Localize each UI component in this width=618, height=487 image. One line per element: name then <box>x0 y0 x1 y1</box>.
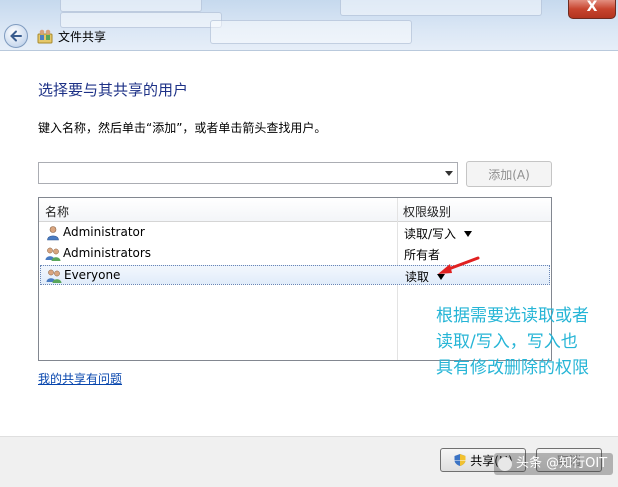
annotation-text: 根据需要选读取或者 读取/写入，写入也 具有修改删除的权限 <box>436 303 616 381</box>
column-header-permission[interactable]: 权限级别 <box>403 203 451 220</box>
annotation-arrow-icon <box>438 256 480 274</box>
instruction-text: 键入名称，然后单击“添加”，或者单击箭头查找用户。 <box>38 121 327 135</box>
annotation-line: 具有修改删除的权限 <box>436 358 589 378</box>
add-button[interactable]: 添加(A) <box>466 161 552 187</box>
user-name: Administrators <box>63 246 152 260</box>
page-heading: 选择要与其共享的用户 <box>38 81 189 99</box>
chevron-down-icon[interactable] <box>445 171 453 176</box>
watermark-logo-icon <box>498 457 512 471</box>
permission-value: 所有者 <box>404 248 441 262</box>
annotation-line: 读取/写入，写入也 <box>436 332 578 352</box>
user-name-combobox[interactable] <box>38 162 458 184</box>
help-link[interactable]: 我的共享有问题 <box>38 370 122 387</box>
permission-value: 读取 <box>405 270 430 284</box>
close-button[interactable]: X <box>568 0 616 19</box>
background-window <box>210 20 412 44</box>
watermark-text: 头条 @知行OIT <box>516 456 608 471</box>
back-button[interactable] <box>4 24 28 48</box>
list-item[interactable]: Administrator 读取/写入 <box>40 223 550 243</box>
background-window <box>340 0 542 16</box>
watermark: 头条 @知行OIT <box>494 453 614 475</box>
column-header-name[interactable]: 名称 <box>45 203 69 220</box>
list-header: 名称 权限级别 <box>39 198 551 222</box>
file-sharing-icon <box>37 29 53 44</box>
chevron-down-icon[interactable] <box>464 231 473 237</box>
user-icon <box>47 226 59 241</box>
background-window <box>60 0 202 12</box>
user-name: Administrator <box>63 225 145 239</box>
back-arrow-icon <box>10 30 22 42</box>
window-title: 文件共享 <box>58 30 107 44</box>
permission-dropdown[interactable]: 读取/写入 <box>404 225 473 242</box>
shield-icon <box>454 454 466 466</box>
annotation-line: 根据需要选读取或者 <box>436 306 589 326</box>
group-icon <box>46 269 62 283</box>
group-icon <box>45 247 61 261</box>
user-name: Everyone <box>64 268 121 282</box>
permission-value: 读取/写入 <box>404 227 457 241</box>
background-window <box>60 12 222 28</box>
